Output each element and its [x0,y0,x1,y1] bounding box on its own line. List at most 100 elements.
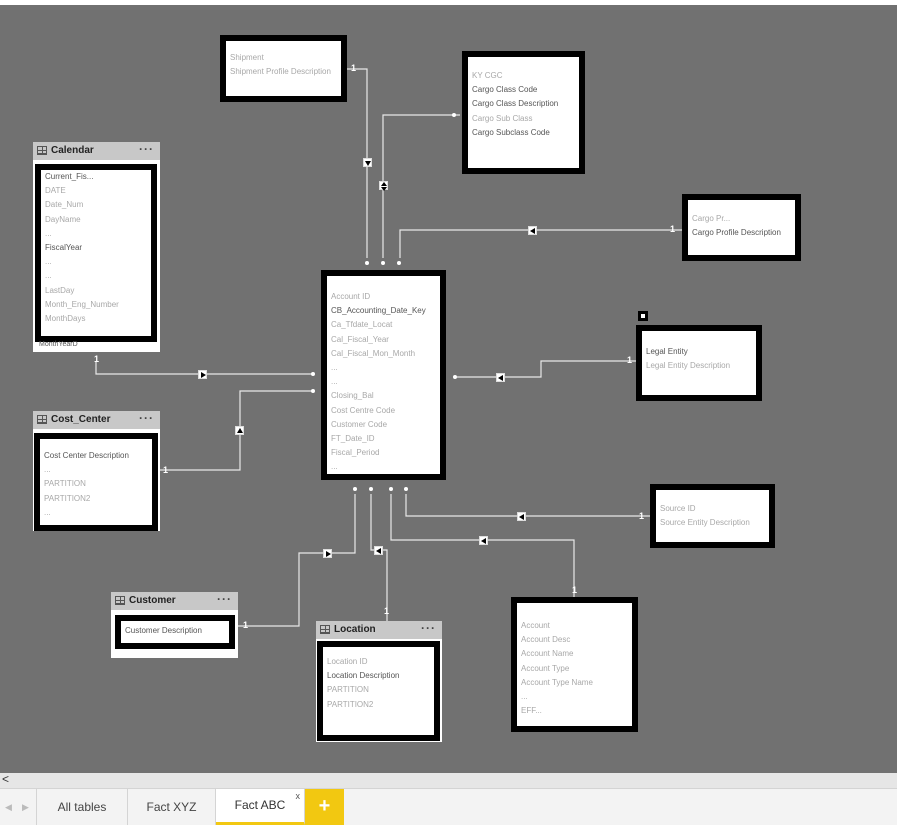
field-item[interactable]: Account Type [517,662,632,676]
table-cargo-profile[interactable]: Cargo Pr... Cargo Profile Description [682,194,801,261]
filter-direction-right-icon[interactable] [323,549,332,558]
field-item[interactable]: Ca_Tfdate_Locat [327,318,440,332]
tab-next-icon[interactable]: ▶ [22,789,29,825]
table-cargo-class[interactable]: KY CGC Cargo Class Code Cargo Class Desc… [462,51,585,174]
field-item[interactable]: Customer Description [121,624,229,638]
layout-tab-bar: ◀ ▶ All tables Fact XYZ Fact ABC x + [0,788,897,825]
add-layout-button[interactable]: + [305,789,344,825]
field-item[interactable]: DATE [41,184,151,198]
filter-direction-both-icon[interactable] [379,181,388,191]
field-item[interactable]: ... [40,506,152,520]
field-item[interactable]: Account Type Name [517,676,632,690]
field-item[interactable]: Shipment Profile Description [226,65,341,79]
field-item[interactable]: ... [517,690,632,704]
filter-direction-right-icon[interactable] [198,370,207,379]
table-header[interactable]: Cost_Center ··· [33,411,160,429]
table-header[interactable]: Location ··· [316,621,442,639]
filter-direction-left-icon[interactable] [528,226,537,235]
field-item[interactable]: Cargo Subclass Code [468,126,579,140]
field-item[interactable]: Cal_Fiscal_Year [327,333,440,347]
field-item[interactable]: Legal Entity Description [642,359,756,373]
horizontal-scrollbar[interactable]: < [0,772,897,788]
field-item[interactable]: ... [327,361,440,375]
field-item[interactable]: Account Desc [517,633,632,647]
table-account[interactable]: Account Account Desc Account Name Accoun… [511,597,638,732]
table-cost-center[interactable]: Cost_Center ··· Cost Center Description … [33,411,160,531]
more-options-icon[interactable]: ··· [139,140,154,158]
field-item[interactable]: PARTITION [40,477,152,491]
filter-direction-left-icon[interactable] [496,373,505,382]
field-item[interactable]: Legal Entity [642,345,756,359]
field-item[interactable]: Closing_Bal [327,389,440,403]
rel-line-cargo-profile [399,229,683,258]
rel-line-cargo [382,114,460,258]
field-item[interactable]: ... [41,269,151,283]
field-item[interactable]: KY CGC [468,69,579,83]
field-item[interactable]: Cargo Class Code [468,83,579,97]
table-calendar[interactable]: Calendar ··· Current_Fis... DATE Date_Nu… [33,142,160,352]
field-item[interactable]: Current_Fis... [41,170,151,184]
filter-direction-left-icon[interactable] [479,536,488,545]
field-item[interactable]: Source Entity Description [656,516,769,530]
field-item[interactable]: Cargo Pr... [688,212,795,226]
field-item[interactable]: Source ID [656,502,769,516]
field-item[interactable]: Cost Centre Code [327,404,440,418]
field-item[interactable]: Account Name [517,647,632,661]
field-item[interactable]: Shipment [226,51,341,65]
table-shipment[interactable]: Shipment Shipment Profile Description [220,35,347,102]
table-customer[interactable]: Customer ··· Customer Description [111,592,238,658]
field-item[interactable]: CB_Accounting_Date_Key [327,304,440,318]
field-item[interactable]: Date_Num [41,198,151,212]
more-options-icon[interactable]: ··· [421,619,436,637]
bottom-strip [0,825,897,833]
more-options-icon[interactable]: ··· [217,590,232,608]
field-item[interactable]: Cost Center Description [40,449,152,463]
field-item[interactable]: PARTITION [323,683,434,697]
rel-dot [365,261,369,265]
filter-direction-left-icon[interactable] [374,546,383,555]
field-item[interactable]: Customer Code [327,418,440,432]
table-location[interactable]: Location ··· Location ID Location Descri… [316,621,442,742]
field-item[interactable]: Account ID [327,290,440,304]
table-header[interactable]: Customer ··· [111,592,238,610]
tab-fact-xyz[interactable]: Fact XYZ [128,789,216,825]
field-item[interactable]: Location Description [323,669,434,683]
field-item[interactable]: FiscalYear [41,241,151,255]
tab-fact-abc[interactable]: Fact ABC x [216,789,305,825]
field-item[interactable]: ... [41,255,151,269]
filter-direction-left-icon[interactable] [517,512,526,521]
filter-direction-up-icon[interactable] [235,426,244,435]
field-item[interactable]: ... [40,463,152,477]
field-item[interactable]: ... [327,375,440,389]
table-source[interactable]: Source ID Source Entity Description [650,484,775,548]
filter-direction-down-icon[interactable] [363,158,372,167]
selection-handle-icon[interactable] [638,311,648,321]
field-item[interactable]: Cargo Profile Description [688,226,795,240]
field-item[interactable]: PARTITION2 [323,698,434,712]
field-item[interactable]: Account [517,619,632,633]
field-item[interactable]: EFF... [517,704,632,718]
field-item[interactable]: Month_Eng_Number [41,298,151,312]
close-tab-icon[interactable]: x [296,780,301,813]
field-item[interactable]: MonthDays [41,312,151,326]
field-item[interactable]: Cal_Fiscal_Mon_Month [327,347,440,361]
rel-dot [389,487,393,491]
field-item[interactable]: DayName [41,213,151,227]
field-item[interactable]: Cargo Class Description [468,97,579,111]
tab-all-tables[interactable]: All tables [36,789,128,825]
field-item[interactable]: MonthYearD [39,340,78,350]
scroll-left-icon[interactable]: < [2,772,9,786]
more-options-icon[interactable]: ··· [139,409,154,427]
field-item[interactable]: FT_Date_ID [327,432,440,446]
tab-prev-icon[interactable]: ◀ [5,789,12,825]
field-item[interactable]: Fiscal_Period [327,446,440,460]
field-item[interactable]: Cargo Sub Class [468,112,579,126]
field-item[interactable]: ... [41,227,151,241]
table-fact[interactable]: Account ID CB_Accounting_Date_Key Ca_Tfd… [321,270,446,480]
field-item[interactable]: ... [327,460,440,474]
field-item[interactable]: Location ID [323,655,434,669]
field-item[interactable]: PARTITION2 [40,492,152,506]
table-legal-entity[interactable]: Legal Entity Legal Entity Description [636,325,762,401]
table-header[interactable]: Calendar ··· [33,142,160,160]
field-item[interactable]: LastDay [41,284,151,298]
